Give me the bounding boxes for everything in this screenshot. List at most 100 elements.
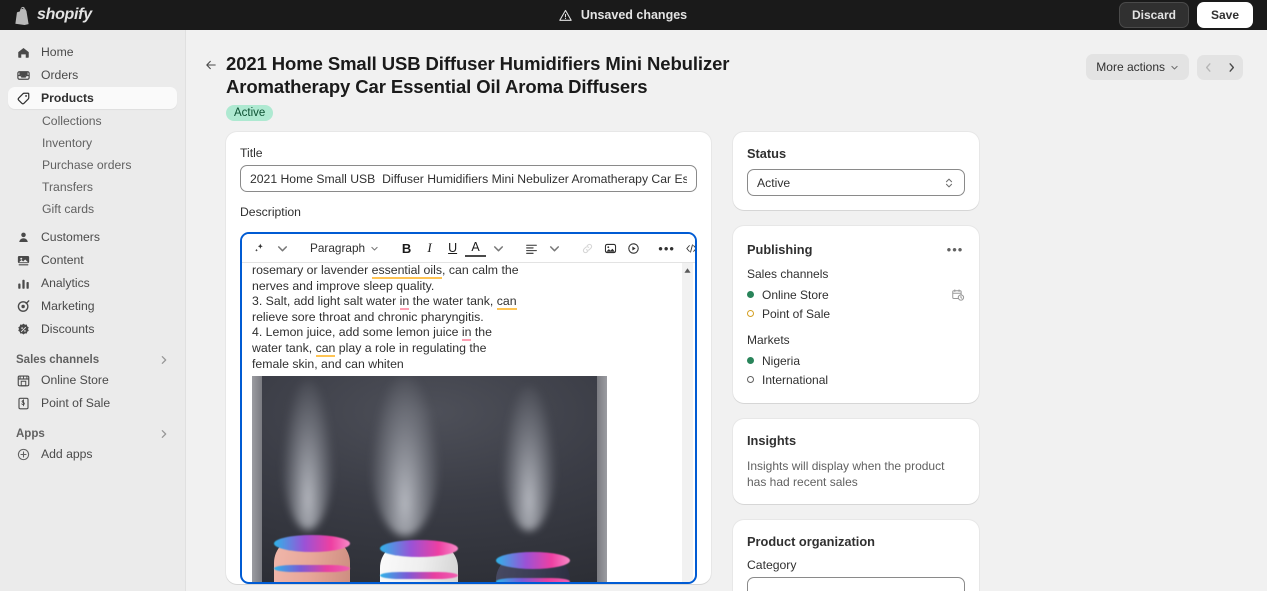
humidifier-led-ring	[380, 572, 458, 580]
description-editor[interactable]: Paragraph B I U A ••• rosemary or lavend…	[240, 232, 697, 584]
sidebar-section-sales-channels[interactable]: Sales channels	[8, 354, 177, 366]
ai-sparkle-chevron-icon[interactable]	[272, 238, 293, 259]
sidebar-item-products[interactable]: Products	[8, 87, 177, 109]
text-color-chevron-icon[interactable]	[488, 238, 509, 259]
sidebar-item-online-store[interactable]: Online Store	[8, 369, 177, 391]
grammar-suggestion-yellow[interactable]: essential oils	[371, 263, 443, 279]
insights-title: Insights	[747, 433, 797, 448]
chevron-right-icon	[1229, 62, 1235, 72]
back-button[interactable]	[200, 54, 222, 76]
sidebar-item-orders[interactable]: Orders	[8, 64, 177, 86]
status-value: Active	[757, 175, 791, 190]
description-editor-body[interactable]: essential oils, including a few drops of…	[242, 263, 695, 582]
italic-icon[interactable]: I	[419, 238, 440, 259]
editor-text-segment: relieve sore throat and chronic pharyngi…	[252, 309, 484, 324]
sidebar-item-content[interactable]: Content	[8, 249, 177, 271]
align-chevron-icon[interactable]	[544, 238, 565, 259]
insights-body: Insights will display when the product h…	[747, 459, 945, 489]
category-label: Category	[747, 558, 797, 572]
bold-icon[interactable]: B	[396, 238, 417, 259]
market-row[interactable]: International	[747, 370, 965, 389]
grammar-suggestion-pink[interactable]: in	[399, 294, 410, 311]
insert-image-icon[interactable]	[600, 238, 621, 259]
sidebar: Home Orders Products Collections Invento…	[0, 30, 186, 591]
marketing-target-icon	[17, 299, 30, 312]
text-color-icon[interactable]: A	[465, 239, 487, 257]
markets-label: Markets	[747, 333, 790, 347]
sidebar-item-label: Point of Sale	[41, 396, 111, 410]
link-icon[interactable]	[577, 238, 598, 259]
status-dot-nigeria	[747, 357, 754, 364]
editor-text-segment: female skin, and can whiten	[252, 356, 404, 371]
orders-icon	[17, 70, 30, 80]
title-input[interactable]	[240, 165, 697, 192]
sidebar-item-home[interactable]: Home	[8, 41, 177, 63]
sidebar-item-marketing[interactable]: Marketing	[8, 295, 177, 317]
grammar-suggestion-yellow[interactable]: can	[315, 340, 336, 357]
code-view-icon[interactable]	[681, 238, 695, 259]
status-select[interactable]: Active	[747, 169, 965, 196]
sidebar-subitem-label: Gift cards	[42, 201, 95, 216]
sidebar-item-label: Analytics	[41, 276, 90, 290]
publishing-title: Publishing	[747, 241, 813, 257]
previous-product-button[interactable]	[1197, 55, 1220, 80]
category-input[interactable]	[747, 577, 965, 591]
sales-channel-row[interactable]: Point of Sale	[747, 304, 965, 323]
grammar-suggestion-yellow[interactable]: can	[496, 294, 517, 311]
sidebar-item-discounts[interactable]: Discounts	[8, 318, 177, 340]
description-product-image[interactable]	[252, 376, 607, 582]
market-label: International	[762, 372, 829, 387]
more-options-icon[interactable]: •••	[656, 238, 677, 259]
sidebar-item-transfers[interactable]: Transfers	[8, 176, 177, 197]
sidebar-item-gift-cards[interactable]: Gift cards	[8, 198, 177, 219]
sidebar-item-point-of-sale[interactable]: Point of Sale	[8, 392, 177, 414]
brand-name: shopify	[37, 6, 92, 23]
updown-chevron-icon	[945, 178, 953, 187]
ellipsis-icon[interactable]: •••	[945, 240, 965, 258]
humidifier-navy	[496, 552, 570, 582]
insert-video-icon[interactable]	[623, 238, 644, 259]
customers-person-icon	[19, 232, 28, 242]
description-label: Description	[240, 205, 301, 219]
editor-scrollbar[interactable]	[682, 263, 693, 582]
sidebar-subitem-label: Purchase orders	[42, 157, 132, 172]
sidebar-item-inventory[interactable]: Inventory	[8, 132, 177, 153]
sidebar-item-label: Add apps	[41, 447, 93, 461]
market-row[interactable]: Nigeria	[747, 351, 965, 370]
market-label: Nigeria	[762, 353, 801, 368]
mist-plume	[502, 386, 556, 532]
sales-channel-label: Online Store	[762, 287, 829, 302]
sidebar-item-add-apps[interactable]: Add apps	[8, 443, 177, 465]
editor-line: female skin, and can whiten	[252, 357, 681, 373]
paragraph-style-select[interactable]: Paragraph	[305, 238, 384, 259]
ai-sparkle-icon[interactable]	[249, 238, 270, 259]
save-button[interactable]: Save	[1196, 2, 1253, 28]
more-actions-button[interactable]: More actions	[1086, 54, 1189, 80]
topbar-actions: Discard Save	[1118, 2, 1267, 28]
editor-text-segment: the	[471, 325, 492, 340]
underline-icon[interactable]: U	[442, 238, 463, 259]
grammar-suggestion-pink[interactable]: in	[461, 325, 472, 342]
align-icon[interactable]	[521, 238, 542, 259]
next-product-button[interactable]	[1220, 55, 1243, 80]
sidebar-item-purchase-orders[interactable]: Purchase orders	[8, 154, 177, 175]
chevron-left-icon	[1205, 62, 1211, 72]
schedule-calendar-clock-icon[interactable]	[951, 288, 965, 302]
description-text: essential oils, including a few drops of…	[252, 263, 681, 372]
editor-text-segment: 3. Salt, add light salt water	[252, 294, 400, 309]
sidebar-item-analytics[interactable]: Analytics	[8, 272, 177, 294]
product-organization-card: Product organization Category Determines…	[733, 520, 979, 591]
chevron-down-icon	[371, 246, 378, 251]
status-card: Status Active	[733, 132, 979, 210]
sales-channel-row[interactable]: Online Store	[747, 285, 965, 304]
analytics-bars-icon	[18, 279, 29, 289]
sidebar-item-collections[interactable]: Collections	[8, 110, 177, 131]
top-bar: shopify Unsaved changes Discard Save	[0, 0, 1267, 30]
page-title: 2021 Home Small USB Diffuser Humidifiers…	[226, 53, 730, 97]
arrow-left-icon	[206, 60, 216, 70]
discard-button[interactable]: Discard	[1118, 2, 1189, 28]
scroll-up-arrow-icon[interactable]	[683, 266, 692, 275]
sidebar-item-customers[interactable]: Customers	[8, 226, 177, 248]
sidebar-section-apps[interactable]: Apps	[8, 428, 177, 440]
editor-text-segment: nerves and improve sleep quality.	[252, 278, 435, 293]
